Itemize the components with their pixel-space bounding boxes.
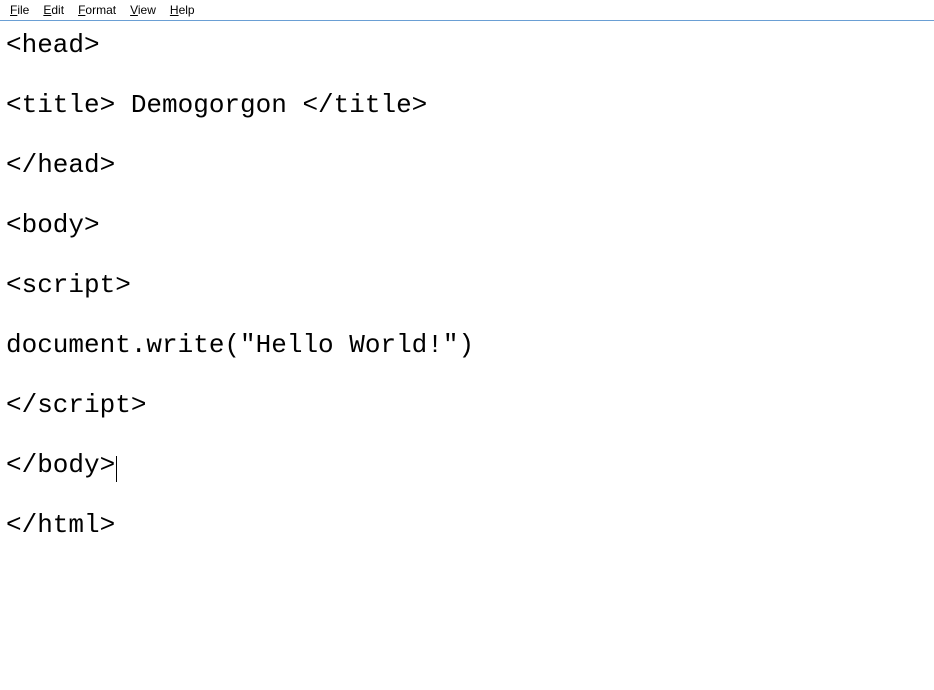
editor-line — [6, 61, 928, 91]
editor-line: <title> Demogorgon </title> — [6, 91, 928, 121]
editor-line: <script> — [6, 271, 928, 301]
text-caret — [116, 456, 117, 482]
menubar: File Edit Format View Help — [0, 0, 934, 20]
editor-line: <head> — [6, 31, 928, 61]
text-editor-area[interactable]: <head> <title> Demogorgon </title> </head>… — [0, 21, 934, 551]
editor-line — [6, 421, 928, 451]
menu-edit[interactable]: Edit — [37, 2, 70, 18]
editor-line: document.write("Hello World!") — [6, 331, 928, 361]
editor-line — [6, 481, 928, 511]
menu-view[interactable]: View — [124, 2, 162, 18]
editor-line — [6, 181, 928, 211]
editor-line: <body> — [6, 211, 928, 241]
editor-line: </script> — [6, 391, 928, 421]
menu-help[interactable]: Help — [164, 2, 201, 18]
editor-line: </body> — [6, 451, 928, 481]
editor-line: </html> — [6, 511, 928, 541]
menu-format[interactable]: Format — [72, 2, 122, 18]
editor-line — [6, 121, 928, 151]
editor-line — [6, 361, 928, 391]
menu-file[interactable]: File — [4, 2, 35, 18]
editor-line: </head> — [6, 151, 928, 181]
editor-line — [6, 241, 928, 271]
editor-line — [6, 301, 928, 331]
